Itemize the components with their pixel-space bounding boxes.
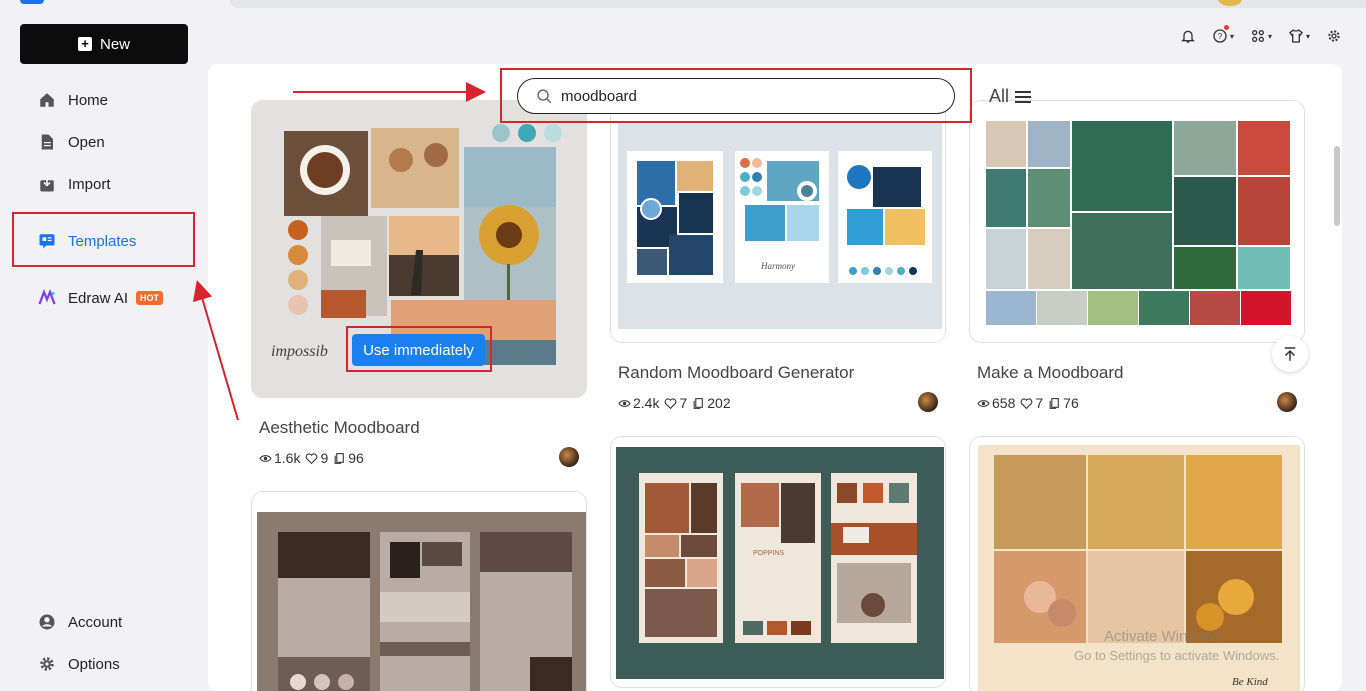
sidebar-item-home[interactable]: Home	[38, 88, 108, 112]
menu-icon	[1015, 90, 1032, 103]
heart-icon	[1020, 397, 1033, 409]
copy-icon	[334, 452, 345, 464]
activate-windows-watermark: Activate Windows Go to Settings to activ…	[1074, 628, 1280, 663]
template-stats: 1.6k 9 96	[259, 450, 367, 466]
sidebar-item-label: Account	[68, 613, 123, 631]
author-avatar[interactable]	[1277, 392, 1297, 412]
home-icon	[38, 91, 56, 109]
hot-badge: HOT	[136, 291, 164, 305]
filter-all-button[interactable]: All	[989, 86, 1032, 107]
template-stats: 658 7 76	[977, 395, 1082, 411]
search-bar[interactable]	[517, 78, 955, 114]
heart-icon	[306, 452, 318, 464]
templates-icon	[38, 232, 56, 250]
copies-count: 96	[348, 450, 364, 466]
author-avatar[interactable]	[918, 392, 938, 412]
template-title[interactable]: Make a Moodboard	[977, 363, 1123, 383]
top-right-toolbar: ? ▾ ▾ ▾	[1180, 25, 1342, 45]
watermark-line-1: Activate Windows	[1104, 628, 1223, 645]
eye-icon	[618, 399, 631, 407]
template-card[interactable]	[251, 491, 587, 691]
template-thumbnail	[970, 101, 1304, 342]
author-avatar[interactable]	[559, 447, 579, 467]
views-count: 658	[992, 395, 1016, 411]
back-to-top-button[interactable]	[1272, 336, 1308, 372]
plus-icon: +	[77, 37, 92, 51]
account-icon	[38, 613, 56, 631]
title-bar	[230, 0, 1366, 8]
views-count: 2.4k	[633, 395, 660, 411]
bell-icon[interactable]	[1180, 27, 1196, 45]
shirt-icon[interactable]: ▾	[1288, 27, 1310, 45]
copies-count: 76	[1063, 395, 1079, 411]
template-title[interactable]: Random Moodboard Generator	[618, 363, 854, 383]
likes-count: 7	[1035, 395, 1044, 411]
template-thumbnail	[252, 492, 586, 691]
copies-count: 202	[707, 395, 731, 411]
search-input[interactable]	[561, 87, 931, 105]
sidebar: + New Home Open Import Templates Edraw A…	[0, 8, 208, 691]
heart-icon	[665, 397, 677, 409]
search-icon	[537, 88, 552, 103]
likes-count: 7	[679, 395, 688, 411]
file-icon	[38, 133, 56, 151]
template-title[interactable]: Aesthetic Moodboard	[259, 418, 420, 438]
sidebar-item-label: Templates	[68, 232, 137, 250]
eye-icon	[977, 399, 990, 407]
copy-icon	[1049, 397, 1059, 409]
notification-dot	[1224, 25, 1229, 30]
arrow-up-icon	[1284, 347, 1296, 361]
chevron-down-icon: ▾	[1268, 31, 1273, 41]
likes-count: 9	[320, 450, 329, 466]
settings-icon[interactable]	[1326, 27, 1342, 45]
ai-icon	[38, 289, 56, 307]
template-stats: 2.4k 7 202	[618, 395, 734, 411]
scrollbar[interactable]	[1334, 146, 1340, 226]
help-icon[interactable]: ? ▾	[1212, 25, 1235, 45]
svg-text:POPPINS: POPPINS	[753, 550, 784, 557]
filter-label: All	[989, 86, 1010, 106]
sidebar-item-label: Home	[68, 91, 109, 109]
import-icon	[38, 175, 56, 193]
gear-icon	[38, 655, 56, 673]
sidebar-item-import[interactable]: Import	[38, 172, 111, 196]
new-button-label: New	[99, 35, 130, 53]
sidebar-item-options[interactable]: Options	[38, 652, 120, 676]
sidebar-item-label: Options	[68, 655, 120, 673]
template-card-make-a-moodboard[interactable]	[969, 100, 1305, 343]
copy-icon	[693, 397, 704, 409]
watermark-line-2: Go to Settings to activate Windows.	[1074, 648, 1280, 663]
eye-icon	[259, 454, 272, 462]
svg-text:?: ?	[1218, 32, 1223, 41]
sidebar-item-open[interactable]: Open	[38, 130, 105, 154]
use-button-highlight	[346, 326, 492, 372]
svg-text:impossib: impossib	[271, 343, 328, 360]
template-thumbnail: Harmony	[611, 101, 945, 342]
template-thumbnail: POPPINS	[611, 437, 945, 687]
new-button[interactable]: + New	[20, 24, 188, 64]
template-card[interactable]: POPPINS	[610, 436, 946, 688]
chevron-down-icon: ▾	[1230, 31, 1235, 41]
svg-text:Be Kind: Be Kind	[1232, 676, 1268, 688]
top-strip	[0, 0, 1366, 8]
sidebar-item-templates[interactable]: Templates	[38, 229, 136, 253]
template-card-random-moodboard-generator[interactable]: Harmony	[610, 100, 946, 343]
sidebar-item-account[interactable]: Account	[38, 610, 122, 634]
apps-icon[interactable]: ▾	[1250, 27, 1272, 45]
sidebar-item-label: Import	[68, 175, 111, 193]
sidebar-item-label: Edraw AI	[68, 289, 129, 307]
app-logo	[20, 0, 44, 4]
sidebar-item-label: Open	[68, 133, 105, 151]
views-count: 1.6k	[274, 450, 301, 466]
sidebar-item-edraw-ai[interactable]: Edraw AI HOT	[38, 286, 164, 310]
chevron-down-icon: ▾	[1306, 31, 1311, 41]
svg-text:Harmony: Harmony	[760, 261, 795, 271]
